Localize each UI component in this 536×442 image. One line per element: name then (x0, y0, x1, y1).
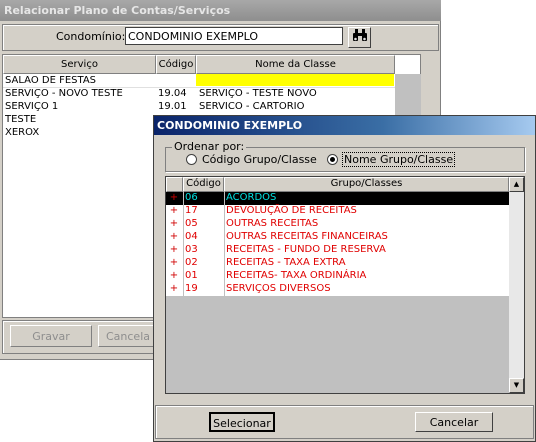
vertical-scrollbar[interactable]: ▲ ▼ (509, 177, 524, 393)
column-header-codigo[interactable]: Código (183, 177, 224, 192)
search-condominio-button[interactable] (348, 27, 371, 48)
column-header-codigo[interactable]: Código (156, 55, 196, 74)
row-marker: + (169, 205, 179, 216)
gravar-label: Gravar (32, 330, 70, 343)
table-row[interactable]: XEROX (5, 127, 39, 140)
column-header-nome-classe[interactable]: Nome da Classe (196, 55, 395, 74)
radio-codigo-label[interactable]: Código Grupo/Classe (202, 153, 317, 166)
dialog-title: CONDOMINIO EXEMPLO (154, 116, 535, 135)
cell-grupo[interactable]: OUTRAS RECEITAS (226, 218, 318, 231)
cell-codigo: 19.04 (158, 88, 187, 99)
cell-codigo[interactable]: 05 (185, 218, 198, 231)
cell-servico: XEROX (5, 127, 40, 138)
row-marker: + (169, 283, 179, 294)
background-cancelar-button[interactable]: Cancela (98, 325, 158, 347)
cell-grupo[interactable]: RECEITAS - TAXA EXTRA (226, 257, 346, 270)
column-divider (183, 192, 184, 296)
column-header-servico[interactable]: Serviço (3, 55, 156, 74)
cell-servico: TESTE (5, 114, 37, 125)
groups-grid[interactable]: Código Grupo/Classes + 06 ACORDOS + 17 D… (165, 176, 525, 394)
cell-classe: SERVIÇO - TESTE NOVO (199, 88, 317, 99)
radio-nome[interactable] (327, 154, 338, 165)
row-marker: + (169, 231, 179, 242)
cell-grupo[interactable]: DEVOLUÇÃO DE RECEITAS (226, 205, 357, 218)
cell-servico: SERVIÇO 1 (5, 101, 59, 112)
cell-codigo[interactable]: 04 (185, 231, 198, 244)
cell-codigo[interactable]: 19 (185, 283, 198, 296)
cell-codigo[interactable]: 03 (185, 244, 198, 257)
row-marker: + (169, 192, 179, 203)
sort-legend: Ordenar por: (172, 140, 247, 153)
binoculars-icon (352, 29, 368, 46)
radio-codigo[interactable] (186, 154, 197, 165)
arrow-up-icon: ▲ (513, 180, 520, 188)
cell-grupo[interactable]: RECEITAS- TAXA ORDINÁRIA (226, 270, 366, 283)
cell-classe: SERVICO - CARTÓRIO (199, 101, 305, 112)
row-marker: + (169, 218, 179, 229)
cell-codigo[interactable]: 17 (185, 205, 198, 218)
row-divider (3, 87, 395, 88)
selecionar-label: Selecionar (213, 417, 271, 430)
cancelar-label: Cancela (105, 330, 150, 343)
column-divider (224, 192, 225, 296)
cancelar-label: Cancelar (429, 416, 479, 429)
cell-grupo[interactable]: RECEITAS - FUNDO DE RESERVA (226, 244, 386, 257)
cell-servico: SERVIÇO - NOVO TESTE (5, 88, 123, 99)
row-marker: + (169, 257, 179, 268)
radio-selected-dot (330, 157, 335, 162)
table-row[interactable]: SERVIÇO - NOVO TESTE (5, 88, 123, 101)
classe-edit-cell[interactable] (196, 74, 394, 86)
table-row[interactable]: SERVIÇO 1 (5, 101, 58, 114)
background-window-title: Relacionar Plano de Contas/Serviços (0, 0, 441, 21)
cell-grupo[interactable]: SERVIÇOS DIVERSOS (226, 283, 331, 296)
radio-nome-label[interactable]: Nome Grupo/Classe (342, 152, 456, 167)
cell-servico: SALÃO DE FESTAS (5, 75, 97, 86)
selected-row-bg (166, 192, 509, 205)
cell-grupo[interactable]: ACORDOS (226, 192, 276, 205)
selecionar-button[interactable]: Selecionar (209, 412, 275, 432)
cell-codigo[interactable]: 01 (185, 270, 198, 283)
row-marker: + (169, 244, 179, 255)
table-row[interactable]: TESTE (5, 114, 36, 127)
cell-codigo[interactable]: 02 (185, 257, 198, 270)
condominio-field[interactable]: CONDOMINIO EXEMPLO (125, 27, 343, 45)
cell-codigo: 19.01 (158, 101, 187, 112)
column-header-grupo-classes[interactable]: Grupo/Classes (224, 177, 509, 192)
cancelar-button[interactable]: Cancelar (415, 412, 493, 432)
gravar-button[interactable]: Gravar (10, 325, 92, 347)
scroll-up-button[interactable]: ▲ (509, 177, 524, 192)
arrow-down-icon: ▼ (513, 381, 520, 389)
condominio-label: Condomínio: (56, 30, 126, 43)
row-marker: + (169, 270, 179, 281)
cell-grupo[interactable]: OUTRAS RECEITAS FINANCEIRAS (226, 231, 388, 244)
cell-codigo[interactable]: 06 (185, 192, 198, 205)
row-indicator-header (166, 177, 183, 192)
scroll-down-button[interactable]: ▼ (509, 378, 524, 393)
